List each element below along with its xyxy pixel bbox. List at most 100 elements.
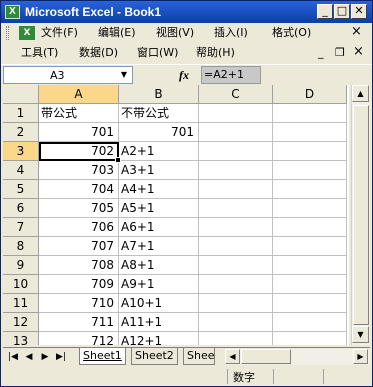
minimize-button[interactable]: _: [317, 4, 333, 19]
table-cell[interactable]: A7+1: [119, 237, 199, 256]
table-cell[interactable]: 不带公式: [119, 104, 199, 123]
row-header[interactable]: 12: [3, 313, 39, 332]
table-cell[interactable]: A2+1: [119, 142, 199, 161]
menu-window[interactable]: 窗口(W): [137, 46, 178, 60]
table-cell[interactable]: [199, 218, 273, 237]
name-box[interactable]: A3 ▼: [3, 66, 133, 84]
column-header-a[interactable]: A: [39, 85, 119, 104]
table-cell[interactable]: [273, 332, 347, 345]
table-cell[interactable]: [273, 256, 347, 275]
scroll-up-icon[interactable]: ▲: [352, 85, 369, 102]
maximize-button[interactable]: □: [334, 4, 350, 19]
next-sheet-icon[interactable]: ▶: [39, 350, 51, 364]
formula-input[interactable]: =A2+1: [201, 66, 261, 84]
tab-sheet1[interactable]: Sheet1: [79, 348, 126, 365]
table-cell[interactable]: [273, 142, 347, 161]
scroll-left-icon[interactable]: ◀: [225, 349, 240, 364]
table-cell[interactable]: 701: [39, 123, 119, 142]
table-cell[interactable]: [199, 161, 273, 180]
table-cell[interactable]: [273, 294, 347, 313]
fill-handle[interactable]: [115, 157, 121, 163]
row-header[interactable]: 10: [3, 275, 39, 294]
table-cell[interactable]: [199, 104, 273, 123]
workbook-close-icon[interactable]: ×: [351, 25, 362, 39]
workbook-minimize-icon[interactable]: _: [318, 46, 324, 60]
table-cell[interactable]: A3+1: [119, 161, 199, 180]
menu-insert[interactable]: 插入(I): [214, 26, 248, 40]
insert-function-icon[interactable]: fx: [179, 68, 189, 83]
table-cell[interactable]: [199, 275, 273, 294]
table-cell[interactable]: [273, 218, 347, 237]
table-cell[interactable]: 705: [39, 199, 119, 218]
scroll-thumb[interactable]: [353, 105, 369, 325]
menu-file[interactable]: 文件(F): [41, 26, 78, 40]
horizontal-scrollbar[interactable]: ◀ ▶: [225, 349, 370, 365]
table-cell[interactable]: 711: [39, 313, 119, 332]
row-header[interactable]: 13: [3, 332, 39, 345]
menu-format[interactable]: 格式(O): [272, 26, 311, 40]
document-icon[interactable]: X: [19, 26, 35, 40]
table-cell[interactable]: A9+1: [119, 275, 199, 294]
table-cell[interactable]: A12+1: [119, 332, 199, 345]
vertical-scrollbar[interactable]: ▲ ▼: [351, 85, 370, 345]
scroll-down-icon[interactable]: ▼: [352, 326, 369, 343]
menu-tools[interactable]: 工具(T): [21, 46, 58, 60]
table-cell[interactable]: 703: [39, 161, 119, 180]
chevron-down-icon[interactable]: ▼: [118, 68, 130, 82]
row-header[interactable]: 9: [3, 256, 39, 275]
table-cell[interactable]: [199, 142, 273, 161]
row-header[interactable]: 2: [3, 123, 39, 142]
table-cell[interactable]: [199, 237, 273, 256]
table-cell[interactable]: 带公式: [39, 104, 119, 123]
table-cell[interactable]: [273, 313, 347, 332]
row-header[interactable]: 4: [3, 161, 39, 180]
table-cell[interactable]: [273, 161, 347, 180]
table-cell[interactable]: A5+1: [119, 199, 199, 218]
menu-data[interactable]: 数据(D): [79, 46, 118, 60]
table-cell[interactable]: 709: [39, 275, 119, 294]
table-cell[interactable]: [273, 199, 347, 218]
row-header[interactable]: 8: [3, 237, 39, 256]
table-cell[interactable]: 707: [39, 237, 119, 256]
active-cell[interactable]: 702: [39, 142, 119, 161]
table-cell[interactable]: A10+1: [119, 294, 199, 313]
column-header-d[interactable]: D: [273, 85, 347, 104]
table-cell[interactable]: [273, 104, 347, 123]
row-header[interactable]: 3: [3, 142, 39, 161]
table-cell[interactable]: [273, 180, 347, 199]
table-cell[interactable]: [199, 180, 273, 199]
row-header[interactable]: 6: [3, 199, 39, 218]
table-cell[interactable]: [199, 294, 273, 313]
row-header[interactable]: 11: [3, 294, 39, 313]
table-cell[interactable]: A4+1: [119, 180, 199, 199]
table-cell[interactable]: [273, 237, 347, 256]
table-cell[interactable]: A8+1: [119, 256, 199, 275]
row-header[interactable]: 7: [3, 218, 39, 237]
column-header-b[interactable]: B: [119, 85, 199, 104]
toolbar-grip[interactable]: [6, 26, 9, 40]
workbook-close-icon-2[interactable]: ×: [353, 45, 364, 59]
scroll-right-icon[interactable]: ▶: [353, 349, 368, 364]
column-header-c[interactable]: C: [199, 85, 273, 104]
workbook-restore-icon[interactable]: ❐: [335, 46, 345, 60]
tab-sheet3[interactable]: Shee: [183, 348, 215, 365]
menu-view[interactable]: 视图(V): [156, 26, 194, 40]
table-cell[interactable]: [199, 123, 273, 142]
first-sheet-icon[interactable]: |◀: [7, 350, 19, 364]
hscroll-thumb[interactable]: [241, 349, 291, 364]
prev-sheet-icon[interactable]: ◀: [23, 350, 35, 364]
table-cell[interactable]: [273, 275, 347, 294]
table-cell[interactable]: 701: [119, 123, 199, 142]
row-header[interactable]: 1: [3, 104, 39, 123]
table-cell[interactable]: [199, 256, 273, 275]
close-button[interactable]: ✕: [351, 4, 367, 19]
table-cell[interactable]: [273, 123, 347, 142]
table-cell[interactable]: 706: [39, 218, 119, 237]
table-cell[interactable]: 712: [39, 332, 119, 345]
excel-app-icon[interactable]: X: [5, 5, 20, 19]
table-cell[interactable]: A11+1: [119, 313, 199, 332]
last-sheet-icon[interactable]: ▶|: [55, 350, 67, 364]
menu-edit[interactable]: 编辑(E): [98, 26, 136, 40]
menu-help[interactable]: 帮助(H): [196, 46, 235, 60]
table-cell[interactable]: A6+1: [119, 218, 199, 237]
